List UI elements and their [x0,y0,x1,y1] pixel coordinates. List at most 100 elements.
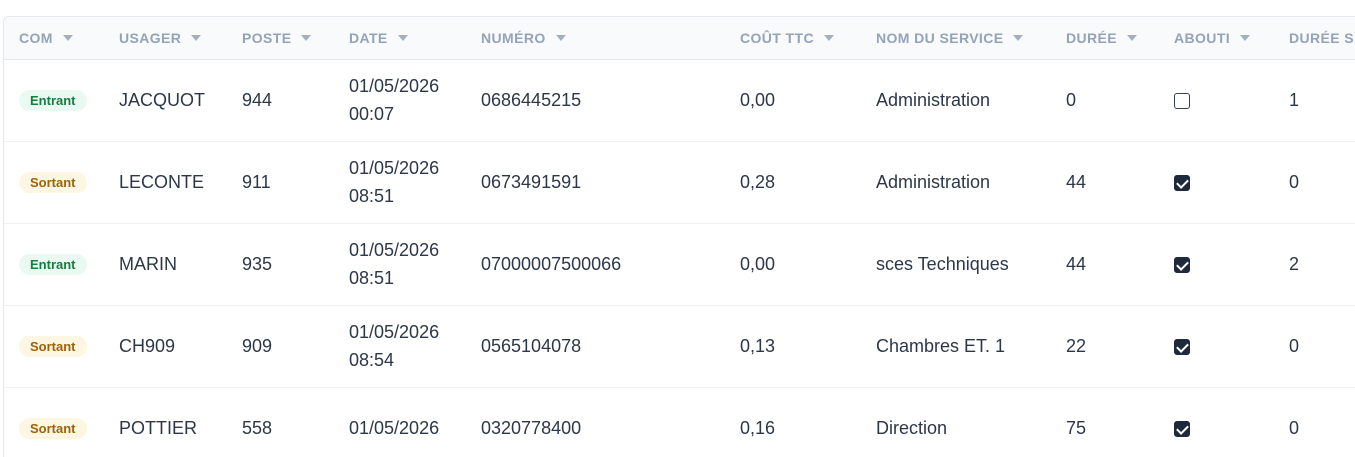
cell-poste: 909 [242,305,349,387]
direction-badge: Entrant [19,254,87,275]
header-usager[interactable]: USAGER [119,17,242,59]
direction-badge: Entrant [19,90,87,111]
cell-numero: 0686445215 [481,59,740,141]
cell-usager: POTTIER [119,387,242,457]
caret-down-icon[interactable] [555,34,566,41]
caret-down-icon[interactable] [1240,34,1251,41]
direction-badge: Sortant [19,172,87,193]
header-numero[interactable]: NUMÉRO [481,17,740,59]
calls-table: COM USAGER POSTE DATE NUMÉRO COÛT TTC NOM DU S… [4,17,1355,457]
cell-duree: 44 [1066,141,1174,223]
header-label: COM [19,29,53,46]
header-label: USAGER [119,29,182,46]
date-text: 01/05/2026 [349,418,440,438]
header-date[interactable]: DATE [349,17,481,59]
duree-s-text: 1 [1289,89,1300,110]
cell-com: Entrant [4,223,119,305]
abouti-checkbox[interactable] [1174,420,1190,437]
header-nom-du-service[interactable]: NOM DU SERVICE [876,17,1066,59]
cell-date: 01/05/2026 00:07 [349,59,481,141]
usager-text: MARIN [119,253,177,274]
cell-abouti [1174,141,1289,223]
cell-service: Administration [876,141,1066,223]
cell-date: 01/05/2026 08:51 [349,223,481,305]
cell-date: 01/05/2026 [349,387,481,457]
usager-text: POTTIER [119,417,198,438]
cout-text: 0,16 [740,417,776,438]
cell-usager: LECONTE [119,141,242,223]
table-row[interactable]: Sortant LECONTE 911 01/05/2026 08:51 06734915… [4,141,1355,223]
caret-down-icon[interactable] [301,34,312,41]
caret-down-icon[interactable] [1127,34,1138,41]
cell-service: Administration [876,59,1066,141]
header-label-wrap: NOM DU SERVICE [876,30,1024,46]
cell-abouti [1174,387,1289,457]
cout-text: 0,00 [740,253,776,274]
table-row[interactable]: Sortant POTTIER 558 01/05/2026 0320778400 0,1… [4,387,1355,457]
date-text: 01/05/2026 [349,76,440,96]
header-label: COÛT TTC [740,29,814,46]
table-row[interactable]: Entrant MARIN 935 01/05/2026 08:51 0700000750… [4,223,1355,305]
time-text: 00:07 [349,104,395,124]
header-duree-s[interactable]: DURÉE S [1289,17,1355,59]
caret-down-icon[interactable] [1013,34,1024,41]
cell-com: Sortant [4,305,119,387]
cell-cout-ttc: 0,13 [740,305,876,387]
cell-numero: 0320778400 [481,387,740,457]
cell-duree-s: 0 [1289,387,1355,457]
cell-com: Sortant [4,141,119,223]
cell-service: sces Techniques [876,223,1066,305]
numero-text: 0565104078 [481,335,582,356]
direction-badge: Sortant [19,336,87,357]
cell-duree: 75 [1066,387,1174,457]
header-abouti[interactable]: ABOUTI [1174,17,1289,59]
table-row[interactable]: Entrant JACQUOT 944 01/05/2026 00:07 06864452… [4,59,1355,141]
usager-text: CH909 [119,335,176,356]
caret-down-icon[interactable] [397,34,408,41]
calls-table-container: COM USAGER POSTE DATE NUMÉRO COÛT TTC NOM DU S… [3,16,1355,457]
numero-text: 0686445215 [481,89,582,110]
service-text: Administration [876,90,991,110]
header-duree[interactable]: DURÉE [1066,17,1174,59]
abouti-checkbox[interactable] [1174,174,1190,191]
usager-text: JACQUOT [119,89,206,110]
abouti-checkbox[interactable] [1174,92,1190,109]
header-label: NUMÉRO [481,29,546,46]
header-label-wrap: COM [19,30,73,46]
header-label-wrap: USAGER [119,29,202,46]
header-label-wrap: NUMÉRO [481,30,566,46]
poste-text: 911 [242,171,271,192]
date-text: 01/05/2026 [349,322,440,342]
cell-cout-ttc: 0,00 [740,223,876,305]
cell-com: Entrant [4,59,119,141]
abouti-checkbox[interactable] [1174,256,1190,273]
header-com[interactable]: COM [4,17,119,59]
cell-numero: 0565104078 [481,305,740,387]
cell-duree: 0 [1066,59,1174,141]
cell-service: Chambres ET. 1 [876,305,1066,387]
abouti-checkbox[interactable] [1174,338,1190,355]
cell-poste: 944 [242,59,349,141]
cell-usager: CH909 [119,305,242,387]
header-cout-ttc[interactable]: COÛT TTC [740,17,876,59]
header-label-wrap: ABOUTI [1174,30,1251,46]
cell-poste: 935 [242,223,349,305]
service-text: Chambres ET. 1 [876,336,1006,356]
cell-duree-s: 0 [1289,141,1355,223]
cell-usager: MARIN [119,223,242,305]
caret-down-icon[interactable] [191,34,202,41]
cell-duree-s: 0 [1289,305,1355,387]
header-poste[interactable]: POSTE [242,17,349,59]
cout-text: 0,28 [740,171,776,192]
cell-numero: 07000007500066 [481,223,740,305]
header-label-wrap: DATE [349,30,408,46]
header-label: POSTE [242,29,292,46]
caret-down-icon[interactable] [62,34,73,41]
cell-poste: 911 [242,141,349,223]
caret-down-icon[interactable] [823,34,834,41]
table-row[interactable]: Sortant CH909 909 01/05/2026 08:54 0565104078… [4,305,1355,387]
time-text: 08:51 [349,268,395,288]
duree-s-text: 0 [1289,171,1300,192]
header-label-wrap: DURÉE [1066,30,1138,46]
time-text: 08:51 [349,186,395,206]
